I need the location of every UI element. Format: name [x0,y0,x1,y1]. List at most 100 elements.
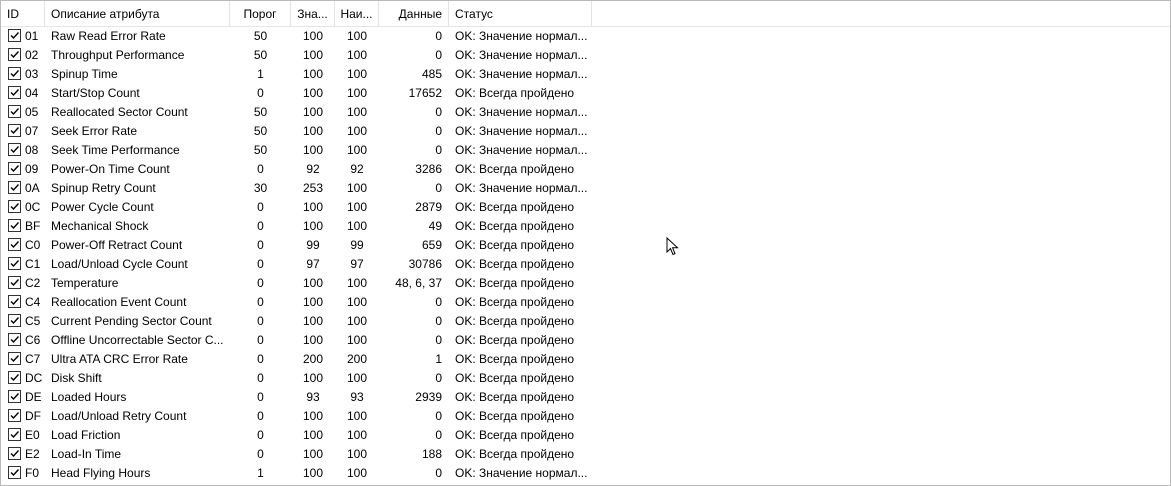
row-checkbox[interactable] [8,162,21,175]
attribute-name: Seek Error Rate [51,124,138,138]
row-checkbox[interactable] [8,143,21,156]
row-checkbox[interactable] [8,29,21,42]
attribute-name: Start/Stop Count [51,86,140,100]
row-checkbox[interactable] [8,314,21,327]
checkmark-icon [10,89,20,97]
attribute-threshold: 0 [257,314,264,328]
attribute-id: 03 [25,67,39,81]
checkmark-icon [10,393,20,401]
row-checkbox[interactable] [8,409,21,422]
column-header-worst[interactable]: Наи... [335,1,379,26]
row-checkbox[interactable] [8,200,21,213]
attribute-id: 08 [25,143,39,157]
attribute-data: 0 [435,181,442,195]
row-checkbox[interactable] [8,124,21,137]
table-row[interactable]: C6 Offline Uncorrectable Sector C... 0 1… [1,331,1170,350]
row-checkbox[interactable] [8,466,21,479]
attribute-id: C0 [25,238,41,252]
attribute-name: Spinup Retry Count [51,181,156,195]
attribute-threshold: 50 [253,124,268,138]
attribute-id: F0 [25,466,40,480]
table-row[interactable]: 03 Spinup Time 1 100 100 485 OK: Значени… [1,65,1170,84]
row-checkbox[interactable] [8,238,21,251]
attribute-threshold: 50 [253,29,268,43]
attribute-name: Loaded Hours [51,390,127,404]
checkmark-icon [10,146,20,154]
table-row[interactable]: 05 Reallocated Sector Count 50 100 100 0… [1,103,1170,122]
row-checkbox[interactable] [8,371,21,384]
attribute-status: OK: Всегда пройдено [455,162,575,176]
attribute-name: Ultra ATA CRC Error Rate [51,352,188,366]
table-row[interactable]: C0 Power-Off Retract Count 0 99 99 659 O… [1,236,1170,255]
table-row[interactable]: 0C Power Cycle Count 0 100 100 2879 OK: … [1,198,1170,217]
attribute-name: Spinup Time [51,67,118,81]
attribute-value: 93 [306,390,320,404]
attribute-worst: 100 [346,295,368,309]
attribute-worst: 100 [346,314,368,328]
row-checkbox[interactable] [8,105,21,118]
table-row[interactable]: 07 Seek Error Rate 50 100 100 0 OK: Знач… [1,122,1170,141]
attribute-data: 2939 [415,390,442,404]
column-header-id[interactable]: ID [1,1,45,26]
attribute-status: OK: Значение нормал... [455,105,588,119]
attribute-status: OK: Значение нормал... [455,67,588,81]
row-checkbox[interactable] [8,48,21,61]
attribute-name: Seek Time Performance [51,143,180,157]
checkmark-icon [10,203,20,211]
attribute-value: 100 [302,143,324,157]
row-checkbox[interactable] [8,67,21,80]
table-row[interactable]: BF Mechanical Shock 0 100 100 49 OK: Все… [1,217,1170,236]
attribute-value: 100 [302,219,324,233]
checkmark-icon [10,127,20,135]
column-header-status[interactable]: Статус [449,1,592,26]
column-header-value[interactable]: Зна... [291,1,335,26]
row-checkbox[interactable] [8,447,21,460]
attribute-status: OK: Всегда пройдено [455,276,575,290]
column-header-threshold[interactable]: Порог [230,1,291,26]
attribute-id: E2 [25,447,40,461]
attribute-worst: 100 [346,48,368,62]
column-header-data[interactable]: Данные [379,1,449,26]
table-row[interactable]: 01 Raw Read Error Rate 50 100 100 0 OK: … [1,27,1170,46]
table-row[interactable]: DF Load/Unload Retry Count 0 100 100 0 O… [1,407,1170,426]
row-checkbox[interactable] [8,295,21,308]
table-row[interactable]: 04 Start/Stop Count 0 100 100 17652 OK: … [1,84,1170,103]
row-checkbox[interactable] [8,257,21,270]
row-checkbox[interactable] [8,181,21,194]
column-header-description[interactable]: Описание атрибута [45,1,230,26]
table-row[interactable]: C7 Ultra ATA CRC Error Rate 0 200 200 1 … [1,350,1170,369]
table-row[interactable]: E2 Load-In Time 0 100 100 188 OK: Всегда… [1,445,1170,464]
attribute-data: 0 [435,314,442,328]
attribute-id: 02 [25,48,39,62]
attribute-threshold: 50 [253,105,268,119]
table-row[interactable]: DC Disk Shift 0 100 100 0 OK: Всегда про… [1,369,1170,388]
table-row[interactable]: C2 Temperature 0 100 100 48, 6, 37 OK: В… [1,274,1170,293]
table-row[interactable]: C1 Load/Unload Cycle Count 0 97 97 30786… [1,255,1170,274]
row-checkbox[interactable] [8,390,21,403]
row-checkbox[interactable] [8,428,21,441]
row-checkbox[interactable] [8,219,21,232]
table-row[interactable]: 08 Seek Time Performance 50 100 100 0 OK… [1,141,1170,160]
row-checkbox[interactable] [8,333,21,346]
table-row[interactable]: F0 Head Flying Hours 1 100 100 0 OK: Зна… [1,464,1170,483]
table-row[interactable]: DE Loaded Hours 0 93 93 2939 OK: Всегда … [1,388,1170,407]
attribute-data: 49 [428,219,442,233]
table-row[interactable]: 02 Throughput Performance 50 100 100 0 O… [1,46,1170,65]
attribute-status: OK: Всегда пройдено [455,409,575,423]
table-row[interactable]: C5 Current Pending Sector Count 0 100 10… [1,312,1170,331]
checkmark-icon [10,184,20,192]
attribute-value: 100 [302,314,324,328]
row-checkbox[interactable] [8,86,21,99]
checkmark-icon [10,469,20,477]
row-checkbox[interactable] [8,352,21,365]
table-row[interactable]: E0 Load Friction 0 100 100 0 OK: Всегда … [1,426,1170,445]
attribute-name: Disk Shift [51,371,102,385]
table-row[interactable]: 09 Power-On Time Count 0 92 92 3286 OK: … [1,160,1170,179]
attribute-id: 07 [25,124,39,138]
attribute-worst: 93 [350,390,364,404]
row-checkbox[interactable] [8,276,21,289]
attribute-name: Reallocation Event Count [51,295,187,309]
table-row[interactable]: C4 Reallocation Event Count 0 100 100 0 … [1,293,1170,312]
attribute-id: C7 [25,352,41,366]
table-row[interactable]: 0A Spinup Retry Count 30 253 100 0 OK: З… [1,179,1170,198]
